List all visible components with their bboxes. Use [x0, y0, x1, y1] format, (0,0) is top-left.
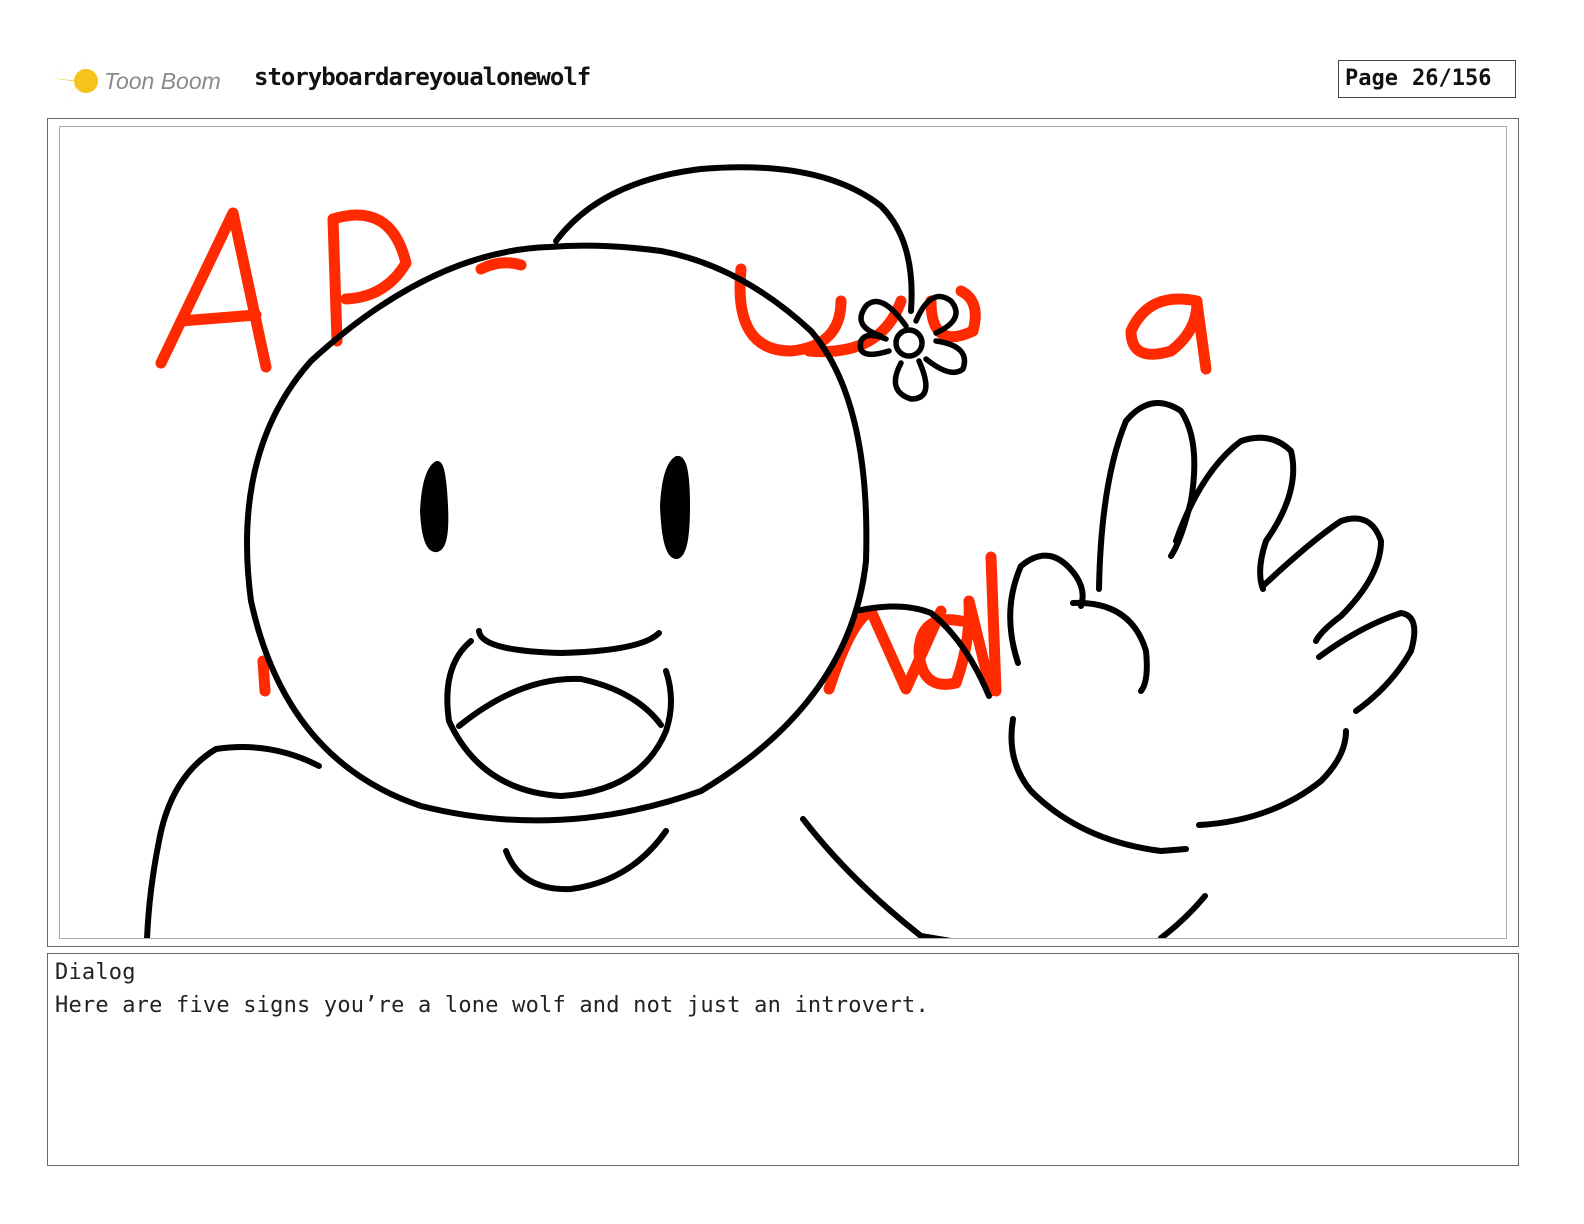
right-eye	[660, 456, 690, 559]
character-left-shoulder	[144, 744, 322, 938]
mouth-outline	[444, 638, 674, 799]
waving-hand	[1007, 400, 1418, 854]
left-eye	[420, 461, 449, 552]
dialog-box: Dialog Here are five signs you’re a lone…	[47, 953, 1519, 1166]
red-letter-a	[155, 207, 272, 373]
page-number: 26/156	[1411, 66, 1492, 91]
red-letter-a-right	[1125, 293, 1212, 375]
character-chin	[503, 828, 669, 893]
character-arm-bottom	[1158, 893, 1208, 938]
logo-text: Toon Boom	[104, 68, 221, 94]
red-background-lettering	[155, 207, 1212, 697]
toon-boom-burst-icon: Toon Boom	[50, 56, 221, 102]
page-indicator: Page 26/156	[1338, 60, 1516, 98]
character-hair-curl	[553, 164, 915, 314]
page-label: Page	[1345, 66, 1398, 91]
project-title: storyboardareyoualonewolf	[254, 63, 591, 91]
character-right-body	[800, 816, 952, 938]
storyboard-panel	[59, 126, 1507, 939]
mouth-tongue	[456, 675, 664, 729]
dialog-label: Dialog	[55, 960, 136, 985]
mouth-top	[476, 628, 662, 656]
toon-boom-logo: Toon Boom	[50, 56, 245, 106]
dialog-text: Here are five signs you’re a lone wolf a…	[55, 993, 929, 1018]
panel-sketch	[144, 164, 1418, 938]
